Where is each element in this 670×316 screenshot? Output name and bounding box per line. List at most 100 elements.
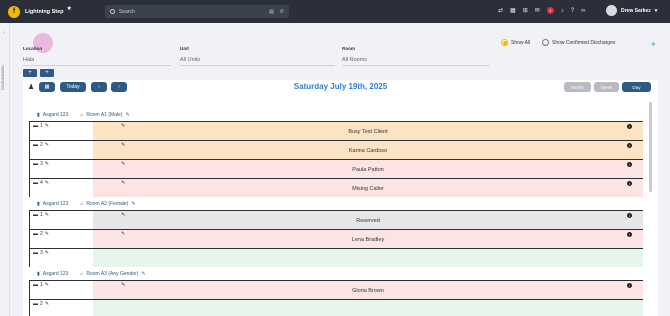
grid-icon[interactable]: ⊞ [523,7,528,14]
search-input[interactable]: Search [119,9,135,15]
edit-icon[interactable]: ✎ [45,301,49,307]
info-icon[interactable]: i [627,124,632,129]
room-link[interactable]: Room A3 (Any Gender) [86,271,138,277]
occupant-name[interactable]: Gloria Brown [93,288,643,294]
bed-number: 2 [40,301,43,307]
info-icon[interactable]: i [627,162,632,167]
user-name: Drew Sarkez [621,7,651,14]
bed-number: 3 [40,161,43,167]
user-menu[interactable]: Drew Sarkez ▾ [606,5,657,16]
facility-link[interactable]: Asgard 123 [43,201,69,207]
bed-cell-empty[interactable] [93,299,643,316]
show-confirmed-radio[interactable]: Show Confirmed Discharges [542,39,615,46]
unit-underline [180,65,335,66]
month-view-button[interactable]: Month [564,82,591,92]
unit-label: Unit [180,46,189,51]
avatar [606,5,617,16]
occupant-name[interactable]: Paula Patton [93,167,643,173]
location-underline [23,65,171,66]
bed-cell[interactable]: ✎ Gloria Brown i [93,280,643,299]
location-select[interactable]: Hala [23,57,34,63]
location-label: Location [23,46,43,51]
link-icon[interactable]: ∞ [581,8,585,14]
info-icon[interactable]: i [627,283,632,288]
facility-link[interactable]: Asgard 123 [43,112,69,118]
info-icon[interactable]: i [627,181,632,186]
search-bar[interactable]: Search ▤ ✆ [105,5,289,18]
bed-row: ▬ 2 ✎ ✎ Karina Cardoso i [29,140,643,159]
search-icon [110,9,115,14]
edit-icon[interactable]: ✎ [45,142,49,148]
room-select[interactable]: All Rooms [342,57,367,63]
edit-icon[interactable]: ✎ [45,231,49,237]
show-all-radio[interactable]: Show All [501,39,530,46]
phone-icon[interactable]: ✆ [280,9,284,15]
bed-icon: ▬ [33,301,38,307]
add-button[interactable]: + [23,69,37,77]
show-confirmed-label: Show Confirmed Discharges [552,39,616,46]
help-icon[interactable]: ? [571,8,574,14]
day-view-button[interactable]: Day [622,82,651,92]
bed-number: 3 [40,250,43,256]
favorite-star-icon[interactable]: ★ [67,5,72,12]
bed-cell[interactable]: ✎ Paula Patton i [93,159,643,178]
chat-icon[interactable]: ✉ [535,7,540,14]
bed-row: ▬ 1 ✎ ✎ Gloria Brown i [29,280,643,299]
occupant-name[interactable]: Lena Bradley [93,237,643,243]
bed-cell[interactable]: ✎ Busy Test Client i [93,121,643,140]
edit-icon[interactable]: ✎ [45,282,49,288]
info-icon[interactable]: i [627,143,632,148]
edit-icon[interactable]: ✎ [45,212,49,218]
home-icon: ⌂ [80,271,84,277]
occupant-name[interactable]: Mising Caller [93,186,643,192]
building-icon: ▮ [37,112,40,118]
bed-number: 2 [40,142,43,148]
bed-row: ▬ 3 ✎ [29,248,643,267]
edit-icon[interactable]: ✎ [131,201,135,207]
bell-icon[interactable]: ♪ [561,8,564,14]
app-logo[interactable]: f [8,5,20,18]
edit-icon[interactable]: ✎ [126,112,130,118]
top-bar: f Lightning Step ★ Search ▤ ✆ ⇄ ▦ ⊞ ✉ 1 … [0,0,670,23]
bed-number: 1 [40,282,43,288]
chevron-left-icon[interactable]: ‹ [3,30,5,36]
edit-icon[interactable]: ✎ [45,250,49,256]
notification-badge[interactable]: 1 [546,7,554,14]
occupant-name[interactable]: Busy Test Client [93,129,643,135]
add-secondary-button[interactable]: + [40,69,54,77]
radio-unselected-icon [542,39,549,46]
bed-cell[interactable]: ✎ Mising Caller i [93,178,643,197]
rail-label[interactable]: DASHBOARD [1,65,5,90]
lightbulb-icon[interactable]: ✦ [650,40,657,49]
occupant-name[interactable]: Karina Cardoso [93,148,643,154]
info-icon[interactable]: i [627,232,632,237]
bed-row: ▬ 2 ✎ [29,299,643,316]
bed-number: 4 [40,180,43,186]
facility-link[interactable]: Asgard 123 [43,271,69,277]
bed-icon: ▬ [33,123,38,129]
edit-icon[interactable]: ✎ [45,161,49,167]
transfer-icon[interactable]: ⇄ [498,7,503,14]
room-link[interactable]: Room A2 (Female) [86,201,128,207]
bed-icon: ▬ [33,180,38,186]
calendar-icon[interactable]: ▦ [510,7,516,14]
bed-cell-empty[interactable] [93,248,643,267]
bed-row: ▬ 1 ✎ ✎ Reserved i [29,210,643,229]
scan-icon[interactable]: ▤ [269,9,274,15]
current-date-title: Saturday July 19th, 2025 [293,82,388,91]
edit-icon[interactable]: ✎ [45,123,49,129]
unit-select[interactable]: All Units [180,57,200,63]
scrollbar[interactable] [649,102,652,192]
week-view-button[interactable]: Week [594,82,619,92]
bed-number: 2 [40,231,43,237]
bed-cell[interactable]: ✎ Lena Bradley i [93,229,643,248]
info-icon[interactable]: i [627,213,632,218]
occupant-name[interactable]: Reserved [93,218,643,224]
radio-selected-icon [501,39,508,46]
bed-cell[interactable]: ✎ Reserved i [93,210,643,229]
edit-icon[interactable]: ✎ [141,271,145,277]
bed-cell[interactable]: ✎ Karina Cardoso i [93,140,643,159]
room-link[interactable]: Room A1 (Male) [86,112,122,118]
building-icon: ▮ [37,271,40,277]
edit-icon[interactable]: ✎ [45,180,49,186]
